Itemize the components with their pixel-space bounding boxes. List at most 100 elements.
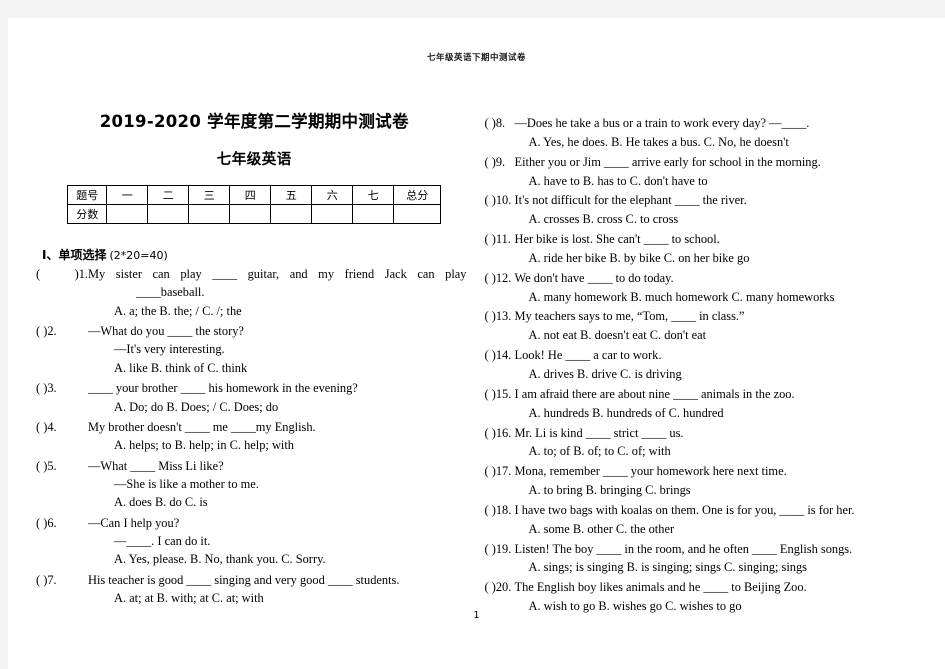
question-options[interactable]: A. Do; do B. Does; / C. Does; do xyxy=(88,398,467,416)
score-table-label-0: 题号 xyxy=(67,185,108,205)
question-text: My brother doesn't ____ me ____my Englis… xyxy=(88,419,316,434)
answer-paren[interactable]: ( )12. xyxy=(485,269,515,288)
question-10: ( )10. It's not difficult for the elephan… xyxy=(485,191,932,229)
question-2: ( )2. —What do you ____ the story? —It's … xyxy=(36,322,467,377)
section-points: (2*20=40) xyxy=(109,249,168,262)
answer-paren[interactable]: ( )10. xyxy=(485,191,515,210)
score-table-wrapper: 题号 一 二 三 四 五 六 七 总分 分数 xyxy=(42,185,467,224)
question-text: It's not difficult for the elephant ____… xyxy=(514,193,747,208)
question-options[interactable]: A. at; at B. with; at C. at; with xyxy=(88,589,467,607)
answer-paren[interactable]: ( )19. xyxy=(485,540,515,559)
question-text: We don't have ____ to do today. xyxy=(514,270,674,285)
answer-paren[interactable]: ( )18. xyxy=(485,501,515,520)
question-options[interactable]: A. many homework B. much homework C. man… xyxy=(485,288,932,307)
table-row: 分数 xyxy=(67,204,442,224)
score-cell-1[interactable] xyxy=(147,204,190,224)
score-cell-2[interactable] xyxy=(188,204,231,224)
answer-paren[interactable]: ( )1. xyxy=(36,265,88,283)
score-table-col-5: 六 xyxy=(311,185,354,205)
answer-paren[interactable]: ( )14. xyxy=(485,346,515,365)
question-14: ( )14. Look! He ____ a car to work. A. dr… xyxy=(485,346,932,384)
question-text: I have two bags with koalas on them. One… xyxy=(514,502,855,517)
section-heading: I、单项选择 (2*20=40) xyxy=(42,246,467,263)
question-options[interactable]: A. have to B. has to C. don't have to xyxy=(485,172,932,191)
section-number: I、 xyxy=(42,248,59,262)
question-options[interactable]: A. to; of B. of; to C. of; with xyxy=(485,442,932,461)
answer-paren[interactable]: ( )16. xyxy=(485,424,515,443)
question-text: —Does he take a bus or a train to work e… xyxy=(514,116,810,130)
question-options[interactable]: A. some B. other C. the other xyxy=(485,520,932,539)
question-options[interactable]: A. does B. do C. is xyxy=(88,493,467,511)
question-text: I am afraid there are about nine ____ an… xyxy=(514,386,795,401)
question-text: His teacher is good ____ singing and ver… xyxy=(88,572,400,587)
question-options[interactable]: A. helps; to B. help; in C. help; with xyxy=(88,436,467,454)
question-5: ( )5. —What ____ Miss Li like? —She is li… xyxy=(36,457,467,512)
question-19: ( )19. Listen! The boy ____ in the room, … xyxy=(485,540,932,578)
answer-paren[interactable]: ( )17. xyxy=(485,462,515,481)
running-header: 七年级英语下期中测试卷 xyxy=(426,53,526,63)
score-cell-6[interactable] xyxy=(352,204,395,224)
answer-paren[interactable]: ( )5. xyxy=(36,457,88,475)
answer-paren[interactable]: ( )15. xyxy=(485,385,515,404)
answer-paren[interactable]: ( )20. xyxy=(485,578,515,597)
question-options[interactable]: A. ride her bike B. by bike C. on her bi… xyxy=(485,249,932,268)
score-cell-7[interactable] xyxy=(393,204,442,224)
question-text-cont: —It's very interesting. xyxy=(114,342,225,357)
question-8: ( )8. —Does he take a bus or a train to w… xyxy=(485,114,932,152)
left-column: 2019-2020 学年度第二学期期中测试卷 七年级英语 题号 一 二 三 四 … xyxy=(26,63,479,616)
question-16: ( )16. Mr. Li is kind ____ strict ____ us… xyxy=(485,424,932,462)
score-cell-0[interactable] xyxy=(106,204,149,224)
page-subtitle: 七年级英语 xyxy=(216,152,292,168)
score-table-col-7: 总分 xyxy=(393,185,442,205)
question-options[interactable]: A. not eat B. doesn't eat C. don't eat xyxy=(485,326,932,345)
question-text: Mona, remember ____ your homework here n… xyxy=(514,464,787,479)
question-12: ( )12. We don't have ____ to do today. A.… xyxy=(485,269,932,307)
score-table-label-1: 分数 xyxy=(67,204,108,224)
score-table-col-2: 三 xyxy=(188,185,231,205)
two-column-body: 2019-2020 学年度第二学期期中测试卷 七年级英语 题号 一 二 三 四 … xyxy=(8,63,945,616)
answer-paren[interactable]: ( )7. xyxy=(36,571,88,589)
question-6: ( )6. —Can I help you? —____. I can do it… xyxy=(36,514,467,569)
question-options[interactable]: A. a; the B. the; / C. /; the xyxy=(88,302,467,320)
score-table-col-6: 七 xyxy=(352,185,395,205)
question-text-cont: ____baseball. xyxy=(136,285,205,300)
score-table-col-0: 一 xyxy=(106,185,149,205)
question-options[interactable]: A. hundreds B. hundreds of C. hundred xyxy=(485,404,932,423)
section-name: 单项选择 xyxy=(58,248,107,262)
question-text: My teachers says to me, “Tom, ____ in cl… xyxy=(514,309,745,324)
score-cell-5[interactable] xyxy=(311,204,354,224)
question-text-cont: —____. I can do it. xyxy=(114,534,211,549)
score-table: 题号 一 二 三 四 五 六 七 总分 分数 xyxy=(67,185,442,224)
answer-paren[interactable]: ( )13. xyxy=(485,307,515,326)
answer-paren[interactable]: ( )3. xyxy=(36,379,88,397)
right-column: ( )8. —Does he take a bus or a train to w… xyxy=(479,63,932,616)
answer-paren[interactable]: ( )6. xyxy=(36,514,88,532)
question-options[interactable]: A. Yes, he does. B. He takes a bus. C. N… xyxy=(485,133,932,152)
score-table-col-1: 二 xyxy=(147,185,190,205)
question-text: —What do you ____ the story? xyxy=(88,324,244,339)
answer-paren[interactable]: ( )8. xyxy=(485,114,515,133)
answer-paren[interactable]: ( )9. xyxy=(485,153,515,172)
answer-paren[interactable]: ( )11. xyxy=(485,230,515,249)
question-options[interactable]: A. to bring B. bringing C. brings xyxy=(485,481,932,500)
question-text: The English boy likes animals and he ___… xyxy=(514,580,807,595)
question-options[interactable]: A. Yes, please. B. No, thank you. C. Sor… xyxy=(88,550,467,568)
answer-paren[interactable]: ( )2. xyxy=(36,322,88,340)
score-cell-4[interactable] xyxy=(270,204,313,224)
question-text-cont: —She is like a mother to me. xyxy=(114,476,259,491)
question-text: ____ your brother ____ his homework in t… xyxy=(88,381,358,396)
question-18: ( )18. I have two bags with koalas on the… xyxy=(485,501,932,539)
score-cell-3[interactable] xyxy=(229,204,272,224)
answer-paren[interactable]: ( )4. xyxy=(36,418,88,436)
question-options[interactable]: A. crosses B. cross C. to cross xyxy=(485,210,932,229)
question-options[interactable]: A. sings; is singing B. is singing; sing… xyxy=(485,558,932,577)
question-13: ( )13. My teachers says to me, “Tom, ____… xyxy=(485,307,932,345)
question-text: Mr. Li is kind ____ strict ____ us. xyxy=(514,425,684,440)
exam-page: 七年级英语下期中测试卷 2019-2020 学年度第二学期期中测试卷 七年级英语… xyxy=(8,18,945,669)
question-3: ( )3. ____ your brother ____ his homework… xyxy=(36,379,467,416)
question-options[interactable]: A. like B. think of C. think xyxy=(88,359,467,377)
question-options[interactable]: A. drives B. drive C. is driving xyxy=(485,365,932,384)
question-17: ( )17. Mona, remember ____ your homework … xyxy=(485,462,932,500)
question-text: —What ____ Miss Li like? xyxy=(88,458,224,473)
question-4: ( )4. My brother doesn't ____ me ____my E… xyxy=(36,418,467,455)
